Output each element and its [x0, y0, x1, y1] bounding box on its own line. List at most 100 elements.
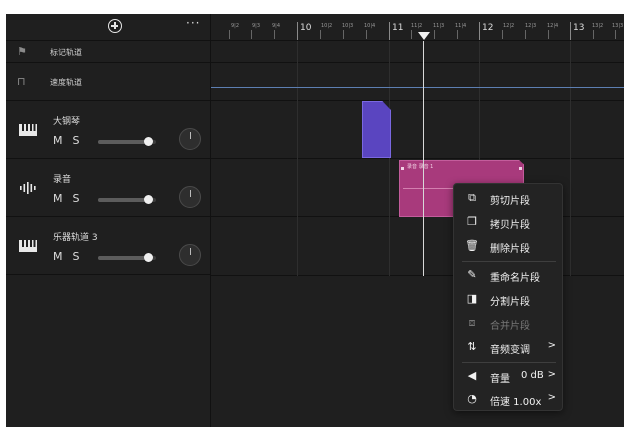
ruler-tick	[274, 30, 275, 39]
menu-item-label: 重命名片段	[490, 273, 540, 284]
add-track-button[interactable]	[108, 19, 122, 33]
volume-slider[interactable]	[98, 137, 156, 146]
pan-knob[interactable]	[179, 244, 201, 266]
volume-icon: ◀	[467, 369, 477, 382]
tempo-track-label: 速度轨道	[50, 78, 82, 87]
ruler-sublabel: 12|3	[525, 23, 537, 29]
volume-slider-fill	[98, 256, 148, 260]
track-header-recording[interactable]: 录音 MS	[6, 159, 211, 217]
menu-item-merge: ⧈ 合并片段	[454, 312, 564, 336]
menu-item-cut[interactable]: ⧉ 剪切片段	[454, 187, 564, 211]
volume-slider-thumb[interactable]	[144, 195, 153, 204]
ruler-sublabel: 9|2	[231, 23, 240, 29]
volume-value: 0 dB	[521, 370, 544, 381]
piano-icon	[19, 240, 37, 252]
midi-clip[interactable]	[362, 101, 391, 158]
menu-separator	[462, 362, 556, 363]
ruler-tick	[548, 30, 549, 39]
ruler-tick	[593, 30, 594, 39]
bar-gridline	[389, 41, 390, 276]
track-header-grand-piano[interactable]: 大钢琴 MS	[6, 101, 211, 159]
pitch-icon: ⇅	[467, 340, 477, 353]
audio-wave-icon	[20, 182, 36, 194]
copy-icon: ❐	[467, 215, 477, 228]
ruler-bar-label: 13	[573, 23, 585, 33]
menu-item-label: 删除片段	[490, 244, 530, 255]
pencil-icon: ✎	[467, 268, 477, 281]
ruler-tick	[570, 22, 571, 40]
tempo-track-header[interactable]: ⊓ 速度轨道	[6, 63, 211, 101]
pan-knob[interactable]	[179, 128, 201, 150]
volume-slider-thumb[interactable]	[144, 253, 153, 262]
menu-item-copy[interactable]: ❐ 拷贝片段	[454, 211, 564, 235]
speed-icon: ◔	[467, 392, 477, 405]
trash-icon: 🗑	[465, 239, 479, 252]
bar-gridline	[297, 41, 298, 276]
clip-resize-handle[interactable]	[401, 167, 404, 170]
menu-item-rename[interactable]: ✎ 重命名片段	[454, 264, 564, 288]
ruler-sublabel: 13|2	[592, 23, 604, 29]
mute-button[interactable]: M	[53, 250, 64, 263]
ruler-tick	[615, 30, 616, 39]
merge-icon: ⧈	[468, 316, 476, 329]
ruler-tick	[229, 30, 230, 39]
mute-button[interactable]: M	[53, 134, 64, 147]
track-lane[interactable]	[211, 101, 624, 159]
ruler-sublabel: 12|4	[547, 23, 559, 29]
track-name[interactable]: 录音	[53, 172, 71, 185]
ruler-tick	[525, 30, 526, 39]
track-header-instrument-3[interactable]: 乐器轨道 3 MS	[6, 217, 211, 275]
menu-item-split[interactable]: ◨ 分割片段	[454, 288, 564, 312]
ruler-tick	[389, 22, 390, 40]
clip-resize-handle[interactable]	[519, 167, 522, 170]
menu-item-volume[interactable]: ◀ 音量 0 dB >	[454, 365, 564, 389]
ruler-tick	[320, 30, 321, 39]
menu-item-delete[interactable]: 🗑 删除片段	[454, 235, 564, 259]
solo-button[interactable]: S	[73, 250, 81, 263]
menu-item-label: 音频变调	[490, 345, 530, 356]
menu-item-label: 剪切片段	[490, 196, 530, 207]
piano-icon	[19, 124, 37, 136]
marker-lane[interactable]	[211, 41, 624, 63]
chevron-right-icon: >	[547, 340, 556, 351]
track-name[interactable]: 大钢琴	[53, 114, 80, 127]
ruler-bar-label: 12	[482, 23, 494, 33]
track-name[interactable]: 乐器轨道 3	[53, 230, 98, 243]
tempo-lane[interactable]	[211, 63, 624, 101]
volume-slider-fill	[98, 198, 148, 202]
volume-slider[interactable]	[98, 253, 156, 262]
ruler-sublabel: 10|2	[321, 23, 333, 29]
ruler-tick	[479, 22, 480, 40]
pan-knob[interactable]	[179, 186, 201, 208]
ruler-sublabel: 11|2	[411, 23, 423, 29]
bar-gridline	[570, 41, 571, 276]
volume-slider-fill	[98, 140, 148, 144]
menu-item-label: 音量	[490, 374, 510, 385]
menu-item-label: 分割片段	[490, 297, 530, 308]
tempo-line[interactable]	[211, 87, 624, 88]
ruler-tick	[297, 22, 298, 40]
track-header-panel: ··· ⚑ 标记轨道 ⊓ 速度轨道 大钢琴 MS 录音 M S 乐器轨道 3 M…	[6, 14, 211, 427]
chevron-right-icon: >	[547, 369, 556, 380]
menu-item-speed[interactable]: ◔ 倍速 1.00x >	[454, 388, 564, 412]
ruler-tick	[251, 30, 252, 39]
flag-icon: ⚑	[17, 45, 27, 58]
solo-button[interactable]: S	[73, 134, 81, 147]
ruler-sublabel: 10|4	[364, 23, 376, 29]
clip-label: 录音 录音 1	[407, 164, 434, 170]
menu-item-pitch-shift[interactable]: ⇅ 音频变调 >	[454, 336, 564, 360]
volume-slider-thumb[interactable]	[144, 137, 153, 146]
ruler-sublabel: 12|2	[503, 23, 515, 29]
ruler-tick	[457, 30, 458, 39]
menu-item-label: 合并片段	[490, 321, 530, 332]
volume-slider[interactable]	[98, 195, 156, 204]
ruler-sublabel: 11|3	[433, 23, 445, 29]
marker-track-header[interactable]: ⚑ 标记轨道	[6, 41, 211, 63]
solo-button[interactable]: S	[73, 192, 81, 205]
ruler-tick	[434, 30, 435, 39]
ruler-tick	[502, 30, 503, 39]
playhead-handle[interactable]	[418, 32, 430, 40]
more-options-button[interactable]: ···	[186, 16, 200, 30]
mute-button[interactable]: M	[53, 192, 64, 205]
daw-app: ··· ⚑ 标记轨道 ⊓ 速度轨道 大钢琴 MS 录音 M S 乐器轨道 3 M…	[6, 14, 624, 427]
